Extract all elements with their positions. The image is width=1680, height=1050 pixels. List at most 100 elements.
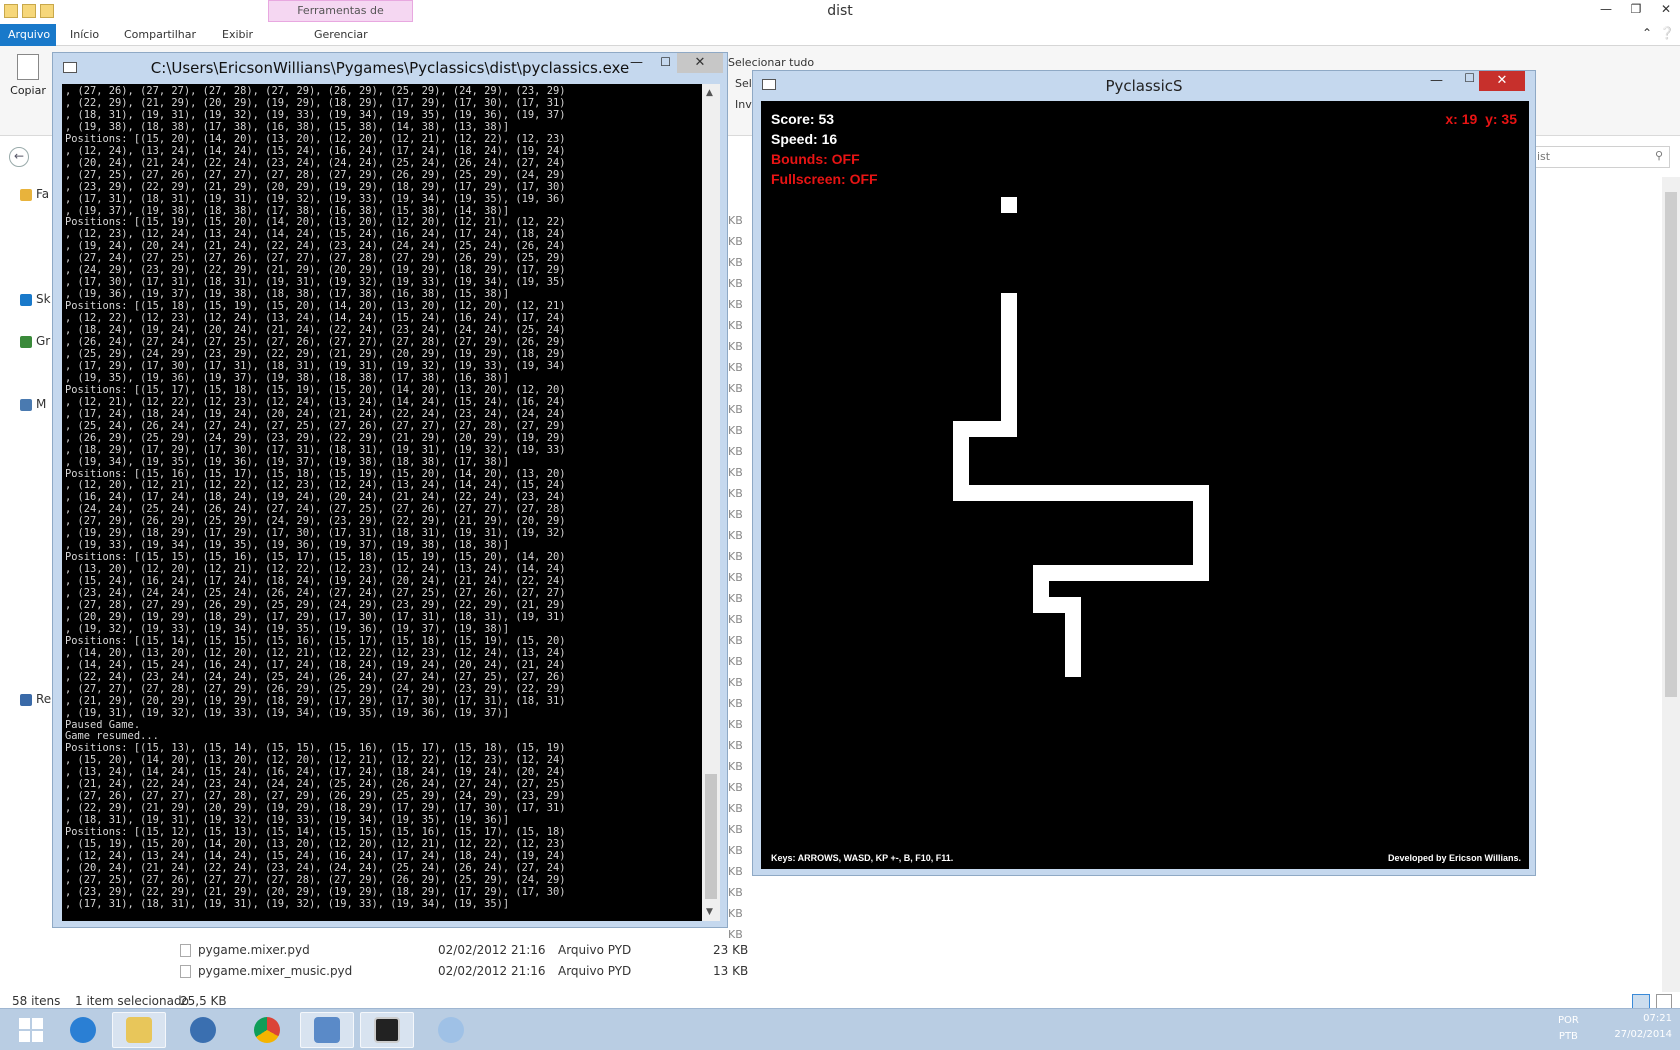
- file-row[interactable]: pygame.mixer.pyd 02/02/2012 21:16 Arquiv…: [178, 940, 778, 961]
- clock-date: 27/02/2014: [1614, 1029, 1672, 1040]
- invert-selection-button[interactable]: Inv: [735, 98, 752, 111]
- console-close-button[interactable]: ✕: [677, 53, 723, 73]
- console-maximize-button[interactable]: ☐: [660, 55, 671, 69]
- scrollbar-thumb[interactable]: [1665, 192, 1677, 697]
- snake-segment: [1065, 613, 1081, 629]
- keys-help-text: Keys: ARROWS, WASD, KP +-, B, F10, F11.: [771, 853, 954, 863]
- minimize-button[interactable]: —: [1595, 2, 1617, 20]
- taskbar-paint[interactable]: [424, 1012, 478, 1048]
- file-name: pygame.mixer_music.pyd: [198, 964, 353, 978]
- taskbar-chrome[interactable]: [240, 1012, 294, 1048]
- file-list-scrollbar[interactable]: [1662, 177, 1680, 992]
- snake-segment: [1049, 565, 1065, 581]
- sidebar-item-network[interactable]: Re: [20, 692, 51, 706]
- scroll-down-icon[interactable]: ▼: [706, 907, 713, 917]
- console-scrollbar[interactable]: ▲ ▼: [702, 84, 720, 921]
- chevron-up-icon[interactable]: ⌃: [1636, 26, 1658, 44]
- console-text: , (27, 26), (27, 27), (27, 28), (27, 29)…: [65, 85, 566, 910]
- size-cell: KB: [728, 907, 743, 920]
- sidebar-item-skydrive[interactable]: Sk: [20, 292, 51, 306]
- game-minimize-button[interactable]: —: [1430, 73, 1443, 88]
- console-minimize-button[interactable]: —: [630, 55, 643, 70]
- homegroup-icon: [20, 335, 32, 348]
- tab-exibir[interactable]: Exibir: [214, 24, 261, 46]
- folder-icon: [126, 1017, 152, 1043]
- chrome-icon: [254, 1017, 280, 1043]
- game-canvas[interactable]: Score: 53 Speed: 16 Bounds: OFF Fullscre…: [761, 101, 1529, 869]
- back-icon[interactable]: ←: [9, 147, 29, 167]
- snake-segment: [1193, 501, 1209, 517]
- snake-segment: [1145, 565, 1161, 581]
- snake-segment: [953, 485, 969, 501]
- sidebar-item-computer[interactable]: M: [20, 397, 46, 411]
- snake-segment: [953, 437, 969, 453]
- console-icon: [374, 1017, 400, 1043]
- search-input[interactable]: ist ⚲: [1530, 146, 1670, 168]
- snake-segment: [1033, 485, 1049, 501]
- snake-segment: [1065, 597, 1081, 613]
- file-date: 02/02/2012 21:16: [438, 964, 546, 978]
- language-indicator[interactable]: POR PTB: [1558, 1013, 1579, 1045]
- snake-segment: [1081, 485, 1097, 501]
- taskbar-python[interactable]: [176, 1012, 230, 1048]
- snake-segment: [1129, 485, 1145, 501]
- snake-segment: [1001, 373, 1017, 389]
- taskbar-ie[interactable]: [56, 1012, 110, 1048]
- snake-segment: [1097, 565, 1113, 581]
- sidebar-item-favorites[interactable]: Fa: [20, 187, 49, 201]
- cloud-icon: [20, 293, 32, 306]
- snake-segment: [1049, 485, 1065, 501]
- start-button[interactable]: [4, 1012, 58, 1048]
- window-title: dist: [827, 3, 853, 19]
- clock-time: 07:21: [1643, 1013, 1672, 1024]
- clock[interactable]: 07:21 27/02/2014: [1614, 1011, 1672, 1043]
- taskbar-control-panel[interactable]: [300, 1012, 354, 1048]
- select-none-button[interactable]: Sel: [735, 77, 752, 90]
- sidebar-item-homegroup[interactable]: Gr: [20, 334, 50, 348]
- snake-segment: [1001, 405, 1017, 421]
- taskbar-explorer[interactable]: [112, 1012, 166, 1048]
- snake-segment: [1001, 389, 1017, 405]
- snake-segment: [1193, 565, 1209, 581]
- snake-segment: [1081, 565, 1097, 581]
- console-scroll-thumb[interactable]: [705, 774, 717, 899]
- tab-arquivo[interactable]: Arquivo: [0, 24, 56, 46]
- restore-button[interactable]: ❐: [1625, 2, 1647, 20]
- select-all-label: Selecionar tudo: [728, 56, 815, 69]
- speed-text: Speed: 16: [771, 131, 838, 147]
- snake-segment: [1161, 485, 1177, 501]
- file-icon: [180, 944, 191, 957]
- tab-inicio[interactable]: Início: [62, 24, 107, 46]
- snake-segment: [1177, 565, 1193, 581]
- snake-segment: [1161, 565, 1177, 581]
- copy-button[interactable]: Copiar: [8, 54, 48, 97]
- scroll-up-icon[interactable]: ▲: [706, 88, 713, 98]
- game-maximize-button[interactable]: ☐: [1464, 71, 1475, 85]
- snake-segment: [1033, 597, 1049, 613]
- file-row[interactable]: pygame.mixer_music.pyd 02/02/2012 21:16 …: [178, 961, 778, 982]
- file-name: pygame.mixer.pyd: [198, 943, 310, 957]
- snake-segment: [1193, 549, 1209, 565]
- help-icon[interactable]: ❔: [1656, 26, 1678, 44]
- game-window: PyclassicS — ☐ ✕ Score: 53 Speed: 16 Bou…: [752, 70, 1536, 876]
- ie-icon: [70, 1017, 96, 1043]
- fullscreen-text: Fullscreen: OFF: [771, 171, 878, 187]
- tab-gerenciar[interactable]: Gerenciar: [306, 24, 376, 46]
- close-button[interactable]: ✕: [1655, 2, 1677, 20]
- snake-segment: [1065, 485, 1081, 501]
- select-all-button[interactable]: Selecionar tudo: [728, 56, 814, 69]
- language-code: POR: [1558, 1015, 1579, 1026]
- snake-segment: [1001, 341, 1017, 357]
- game-close-button[interactable]: ✕: [1479, 71, 1525, 91]
- computer-icon: [20, 398, 32, 411]
- snake-segment: [1001, 357, 1017, 373]
- status-item-count: 58 itens: [12, 994, 61, 1008]
- snake-segment: [969, 485, 985, 501]
- tab-compartilhar[interactable]: Compartilhar: [116, 24, 204, 46]
- snake-segment: [1065, 645, 1081, 661]
- taskbar-console[interactable]: [360, 1012, 414, 1048]
- size-cell: KB: [728, 886, 743, 899]
- windows-logo-icon: [19, 1018, 43, 1042]
- file-size: 23 KB: [713, 943, 749, 957]
- copy-label: Copiar: [10, 84, 46, 97]
